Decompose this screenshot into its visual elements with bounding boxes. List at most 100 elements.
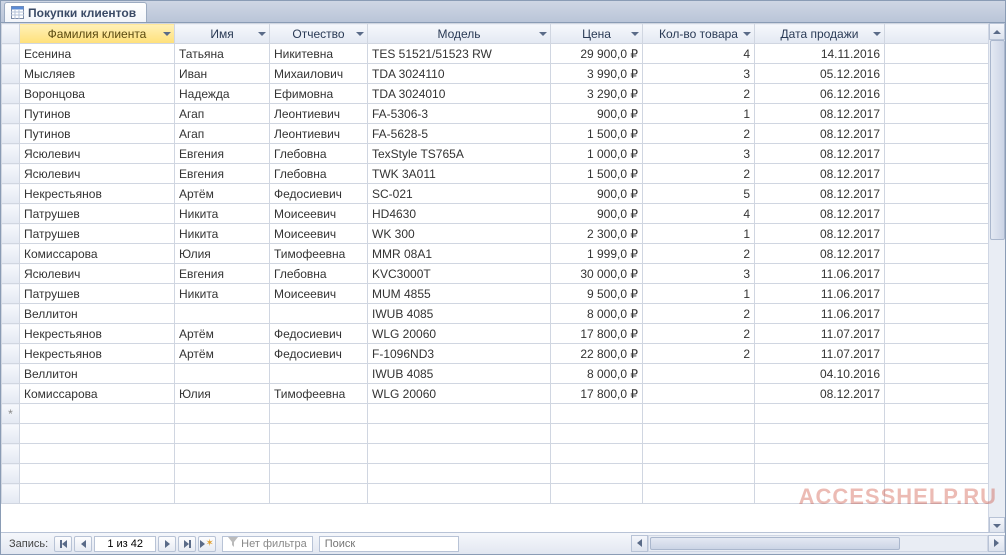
col-date[interactable]: Дата продажи — [755, 24, 885, 44]
cell-lastname[interactable]: Путинов — [20, 124, 175, 144]
cell-lastname[interactable]: Веллитон — [20, 364, 175, 384]
first-record-button[interactable] — [54, 536, 72, 552]
cell-qty[interactable]: 1 — [643, 284, 755, 304]
cell-patronymic[interactable]: Моисеевич — [270, 224, 368, 244]
col-lastname[interactable]: Фамилия клиента — [20, 24, 175, 44]
cell-firstname[interactable]: Артём — [175, 344, 270, 364]
cell-patronymic[interactable]: Федосиевич — [270, 324, 368, 344]
cell-lastname[interactable]: Некрестьянов — [20, 324, 175, 344]
cell-model[interactable]: WK 300 — [368, 224, 551, 244]
select-all-corner[interactable] — [2, 24, 20, 44]
row-selector[interactable] — [2, 244, 20, 264]
hscroll-track[interactable] — [648, 535, 988, 552]
cell-model[interactable]: FA-5306-3 — [368, 104, 551, 124]
cell-lastname[interactable]: Мысляев — [20, 64, 175, 84]
cell-qty[interactable]: 3 — [643, 64, 755, 84]
cell-lastname[interactable]: Патрушев — [20, 224, 175, 244]
cell-patronymic[interactable]: Леонтиевич — [270, 104, 368, 124]
cell-lastname[interactable]: Путинов — [20, 104, 175, 124]
col-firstname[interactable]: Имя — [175, 24, 270, 44]
cell-patronymic[interactable]: Никитевна — [270, 44, 368, 64]
cell-date[interactable]: 11.07.2017 — [755, 344, 885, 364]
cell-firstname[interactable]: Агап — [175, 104, 270, 124]
cell-patronymic[interactable]: Моисеевич — [270, 204, 368, 224]
chevron-down-icon[interactable] — [258, 32, 266, 36]
chevron-down-icon[interactable] — [631, 32, 639, 36]
cell-date[interactable]: 11.07.2017 — [755, 324, 885, 344]
cell-patronymic[interactable]: Глебовна — [270, 164, 368, 184]
cell-qty[interactable]: 3 — [643, 264, 755, 284]
cell-date[interactable]: 08.12.2017 — [755, 124, 885, 144]
cell-qty[interactable]: 4 — [643, 204, 755, 224]
cell-price[interactable]: 8 000,0 ₽ — [551, 304, 643, 324]
row-selector[interactable] — [2, 344, 20, 364]
cell-patronymic[interactable]: Ефимовна — [270, 84, 368, 104]
cell-price[interactable]: 9 500,0 ₽ — [551, 284, 643, 304]
cell-model[interactable]: SC-021 — [368, 184, 551, 204]
cell-model[interactable]: KVC3000T — [368, 264, 551, 284]
cell-model[interactable]: TWK 3A011 — [368, 164, 551, 184]
cell-model[interactable]: TexStyle TS765A — [368, 144, 551, 164]
cell-lastname[interactable]: Веллитон — [20, 304, 175, 324]
cell-date[interactable]: 08.12.2017 — [755, 104, 885, 124]
table-row[interactable]: КомиссароваЮлияТимофеевнаWLG 2006017 800… — [2, 384, 1005, 404]
cell-qty[interactable]: 5 — [643, 184, 755, 204]
cell-lastname[interactable]: Воронцова — [20, 84, 175, 104]
cell-lastname[interactable]: Некрестьянов — [20, 184, 175, 204]
cell-patronymic[interactable]: Глебовна — [270, 264, 368, 284]
cell-price[interactable]: 29 900,0 ₽ — [551, 44, 643, 64]
cell-lastname[interactable]: Есенина — [20, 44, 175, 64]
cell-model[interactable]: FA-5628-5 — [368, 124, 551, 144]
cell-firstname[interactable]: Агап — [175, 124, 270, 144]
search-input[interactable] — [325, 538, 453, 550]
cell-price[interactable]: 22 800,0 ₽ — [551, 344, 643, 364]
cell-price[interactable]: 900,0 ₽ — [551, 204, 643, 224]
cell-patronymic[interactable]: Моисеевич — [270, 284, 368, 304]
row-selector[interactable] — [2, 264, 20, 284]
table-row[interactable]: ЯсюлевичЕвгенияГлебовнаTWK 3A0111 500,0 … — [2, 164, 1005, 184]
cell-qty[interactable]: 1 — [643, 224, 755, 244]
cell-firstname[interactable]: Артём — [175, 324, 270, 344]
cell-date[interactable]: 11.06.2017 — [755, 264, 885, 284]
new-record-button[interactable]: ✶ — [198, 536, 216, 552]
row-selector[interactable] — [2, 304, 20, 324]
cell-patronymic[interactable]: Федосиевич — [270, 184, 368, 204]
cell-lastname[interactable]: Некрестьянов — [20, 344, 175, 364]
cell-qty[interactable] — [643, 364, 755, 384]
table-row[interactable]: ЯсюлевичЕвгенияГлебовнаTexStyle TS765A1 … — [2, 144, 1005, 164]
cell-price[interactable]: 900,0 ₽ — [551, 104, 643, 124]
cell-firstname[interactable]: Иван — [175, 64, 270, 84]
table-row[interactable]: ВоронцоваНадеждаЕфимовнаTDA 30240103 290… — [2, 84, 1005, 104]
cell-patronymic[interactable] — [270, 304, 368, 324]
cell-lastname[interactable]: Ясюлевич — [20, 264, 175, 284]
cell-date[interactable]: 08.12.2017 — [755, 204, 885, 224]
row-selector[interactable] — [2, 324, 20, 344]
cell-price[interactable]: 17 800,0 ₽ — [551, 384, 643, 404]
table-row[interactable]: НекрестьяновАртёмФедосиевичF-1096ND322 8… — [2, 344, 1005, 364]
cell-model[interactable]: TDA 3024110 — [368, 64, 551, 84]
cell-patronymic[interactable]: Михаилович — [270, 64, 368, 84]
cell-firstname[interactable] — [175, 364, 270, 384]
cell-firstname[interactable]: Никита — [175, 224, 270, 244]
table-row[interactable]: ЯсюлевичЕвгенияГлебовнаKVC3000T30 000,0 … — [2, 264, 1005, 284]
vertical-scrollbar[interactable] — [988, 23, 1005, 534]
cell-firstname[interactable]: Евгения — [175, 164, 270, 184]
cell-qty[interactable]: 2 — [643, 84, 755, 104]
search-box[interactable] — [319, 536, 459, 552]
new-record-marker[interactable]: * — [2, 404, 20, 424]
cell-qty[interactable]: 2 — [643, 244, 755, 264]
cell-qty[interactable]: 4 — [643, 44, 755, 64]
chevron-down-icon[interactable] — [163, 32, 171, 36]
table-row[interactable]: ВеллитонIWUB 40858 000,0 ₽211.06.2017 — [2, 304, 1005, 324]
col-price[interactable]: Цена — [551, 24, 643, 44]
table-row[interactable]: ПатрушевНикитаМоисеевичHD4630900,0 ₽408.… — [2, 204, 1005, 224]
filter-indicator[interactable]: Нет фильтра — [222, 536, 313, 552]
row-selector[interactable] — [2, 84, 20, 104]
cell-model[interactable]: IWUB 4085 — [368, 364, 551, 384]
cell-date[interactable]: 08.12.2017 — [755, 184, 885, 204]
cell-model[interactable]: IWUB 4085 — [368, 304, 551, 324]
col-patronymic[interactable]: Отчество — [270, 24, 368, 44]
row-selector[interactable] — [2, 384, 20, 404]
chevron-down-icon[interactable] — [743, 32, 751, 36]
cell-qty[interactable]: 2 — [643, 164, 755, 184]
